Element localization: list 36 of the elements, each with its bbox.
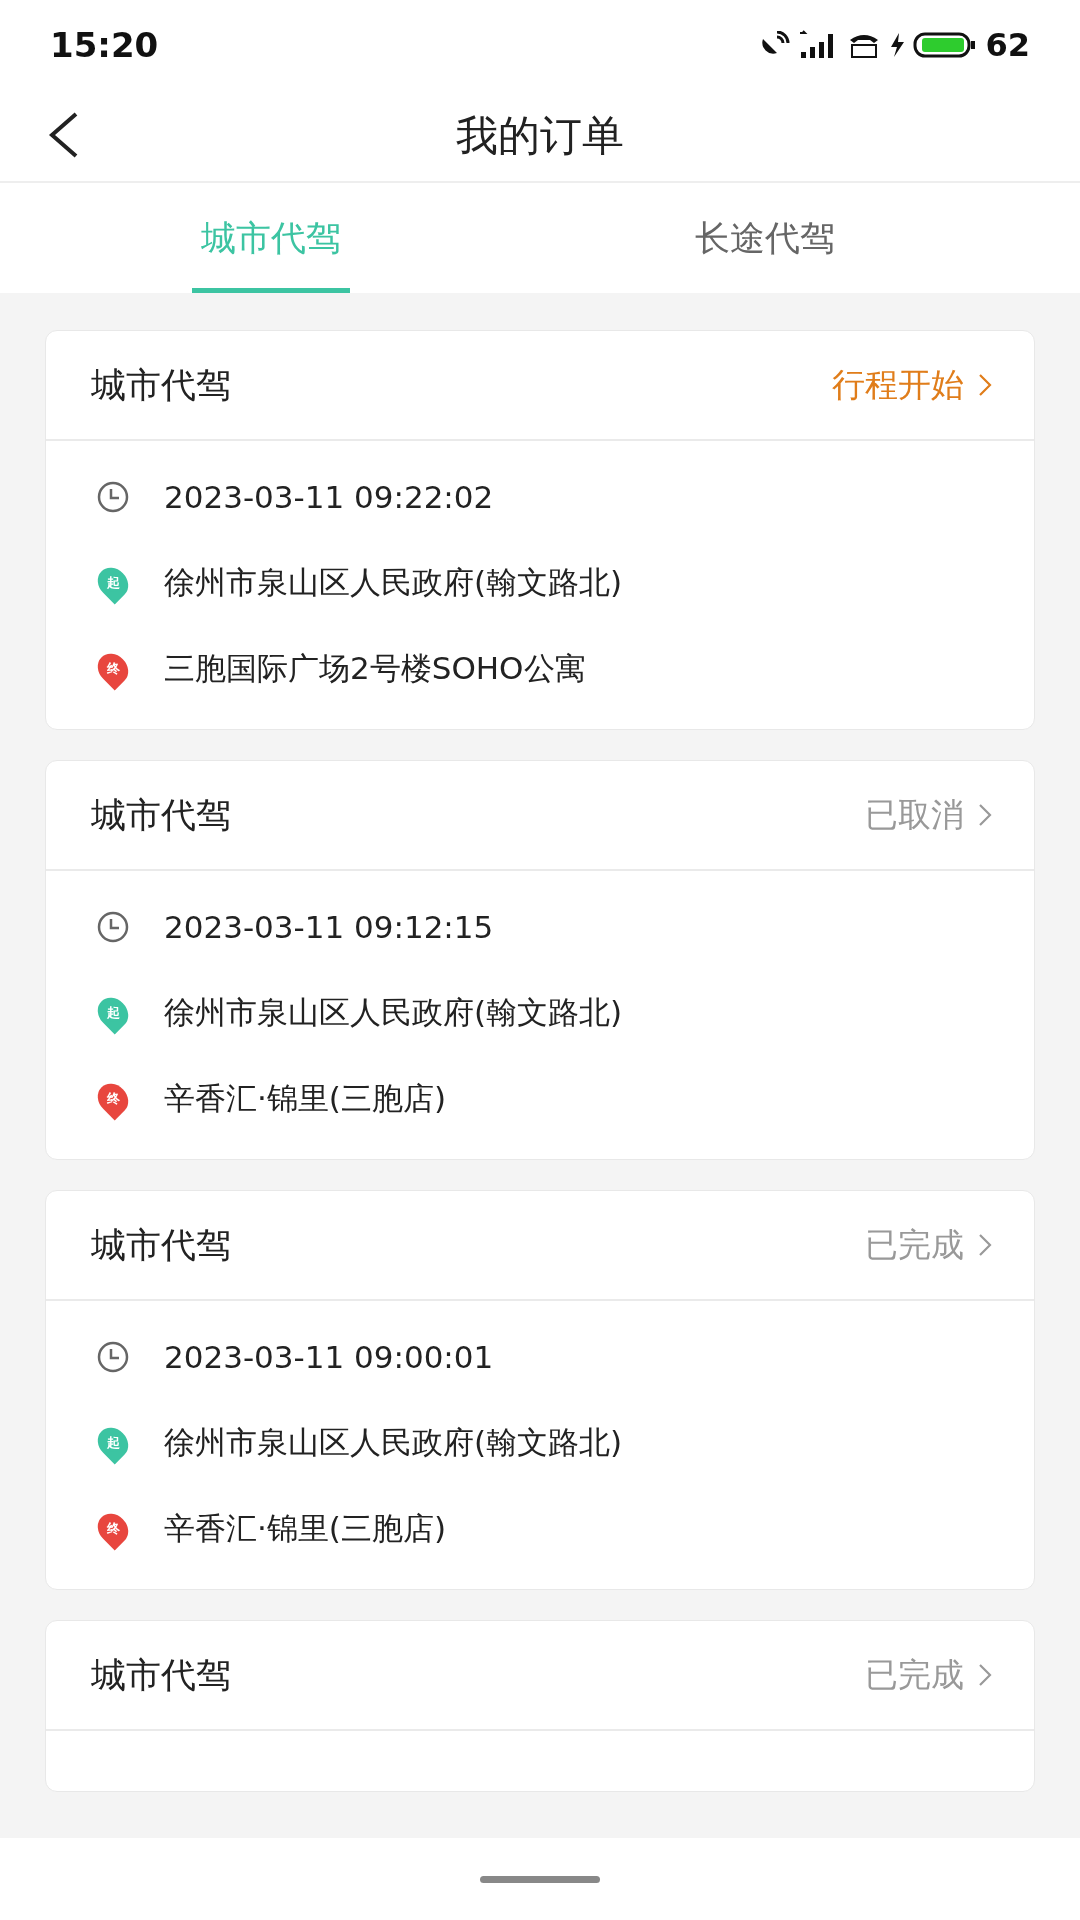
chevron-icon [978, 803, 992, 827]
chevron-icon [978, 1663, 992, 1687]
order-card[interactable]: 城市代驾 已完成 2023-03-11 09:00:01 起 徐州市泉山区人民政府(翰文路北) 终 辛香汇·锦里(三胞店) [45, 1190, 1035, 1590]
order-status: 行程开始 [832, 363, 964, 406]
order-status: 已完成 [865, 1653, 964, 1696]
back-icon[interactable] [48, 112, 80, 158]
page-title: 我的订单 [456, 109, 624, 162]
clock-icon [96, 480, 130, 514]
status-time: 15:20 [50, 25, 159, 65]
order-type: 城市代驾 [91, 793, 232, 837]
tab[interactable]: 长途代驾 [450, 183, 1080, 293]
start-address: 徐州市泉山区人民政府(翰文路北) [164, 1423, 623, 1462]
battery-level: 62 [985, 26, 1030, 64]
end-address: 三胞国际广场2号楼SOHO公寓 [164, 649, 586, 688]
order-card[interactable]: 城市代驾 已完成 [45, 1620, 1035, 1792]
battery-icon [913, 31, 978, 59]
start-address: 徐州市泉山区人民政府(翰文路北) [164, 993, 623, 1032]
charging-icon [889, 32, 906, 58]
order-type: 城市代驾 [91, 1653, 232, 1697]
chevron-icon [978, 373, 992, 397]
home-indicator[interactable] [480, 1875, 600, 1883]
end-address: 辛香汇·锦里(三胞店) [164, 1079, 447, 1118]
order-card[interactable]: 城市代驾 已取消 2023-03-11 09:12:15 起 徐州市泉山区人民政府(翰文路北) 终 辛香汇·锦里(三胞店) [45, 760, 1035, 1160]
clock-icon [96, 1340, 130, 1374]
order-status: 已完成 [865, 1223, 964, 1266]
order-time: 2023-03-11 09:22:02 [164, 479, 494, 515]
order-time: 2023-03-11 09:12:15 [164, 909, 494, 945]
start-address: 徐州市泉山区人民政府(翰文路北) [164, 563, 623, 602]
order-type: 城市代驾 [91, 363, 232, 407]
order-card[interactable]: 城市代驾 行程开始 2023-03-11 09:22:02 起 徐州市泉山区人民政府(翰文路北) 终 三胞国际广场2号楼SOHO公寓 [45, 330, 1035, 730]
order-status: 已取消 [865, 793, 964, 836]
order-type: 城市代驾 [91, 1223, 232, 1267]
end-address: 辛香汇·锦里(三胞店) [164, 1509, 447, 1548]
clock-icon [96, 910, 130, 944]
order-time: 2023-03-11 09:00:01 [164, 1339, 494, 1375]
chevron-icon [978, 1233, 992, 1257]
